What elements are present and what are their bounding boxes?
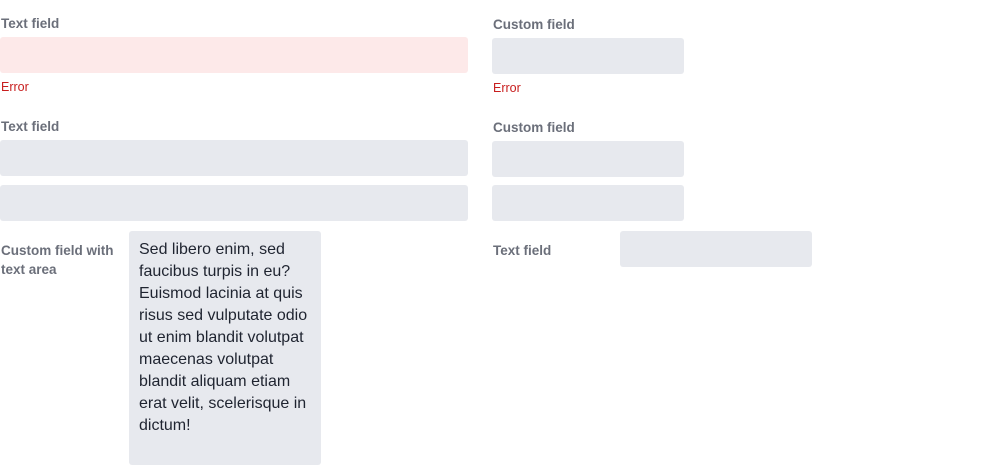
- text-field-input-2[interactable]: [0, 185, 468, 221]
- custom-textarea[interactable]: Sed libero enim, sed faucibus turpis in …: [129, 231, 321, 465]
- custom-field-multi-label: Custom field: [493, 120, 575, 135]
- custom-field-error-message: Error: [493, 81, 521, 95]
- form-page: Text field Error Custom field Error Text…: [0, 0, 1008, 470]
- custom-textarea-label: Custom field with text area: [1, 243, 114, 277]
- text-field-label: Text field: [1, 16, 60, 31]
- custom-field-input-1[interactable]: [492, 141, 684, 177]
- text-field-input-error[interactable]: [0, 37, 468, 73]
- custom-field-input-2[interactable]: [492, 185, 684, 221]
- inline-text-field-input[interactable]: [620, 231, 812, 267]
- text-field-error-message: Error: [1, 80, 29, 94]
- inline-text-field-label: Text field: [493, 243, 552, 258]
- text-field-multi-label: Text field: [1, 119, 60, 134]
- custom-field-input-error[interactable]: [492, 38, 684, 74]
- text-field-input-1[interactable]: [0, 140, 468, 176]
- custom-field-label: Custom field: [493, 17, 575, 32]
